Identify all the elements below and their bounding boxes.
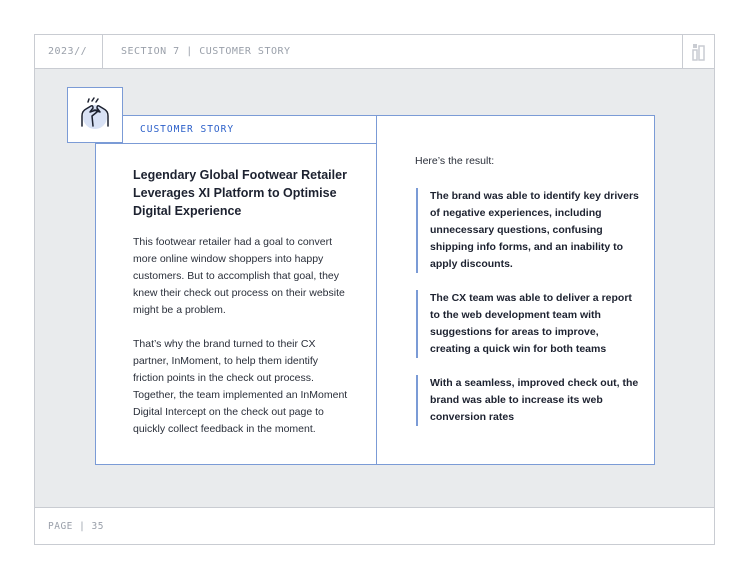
customer-story-tag: CUSTOMER STORY [140,124,235,135]
header-section-title: SECTION 7 | CUSTOMER STORY [121,46,291,57]
header-divider [102,35,103,68]
story-title: Legendary Global Footwear Retailer Lever… [133,168,347,218]
story-paragraph: This footwear retailer had a goal to con… [133,236,345,316]
page-number: PAGE | 35 [48,521,104,532]
result-item: The brand was able to identify key drive… [416,188,640,273]
header-year: 2023// [48,46,88,57]
card-tab-line [95,143,377,144]
icon-box [67,87,123,143]
header-divider-right [682,35,683,68]
result-item: With a seamless, improved check out, the… [416,375,640,426]
story-paragraph: That’s why the brand turned to their CX … [133,338,348,435]
result-item: The CX team was able to deliver a report… [416,290,640,358]
card-column-divider [376,115,377,465]
page-header: 2023// SECTION 7 | CUSTOMER STORY [35,35,714,69]
brand-logo-icon [692,44,705,61]
page-footer: PAGE | 35 [35,507,714,544]
high-five-icon [81,97,109,129]
result-intro: Here’s the result: [415,155,495,167]
